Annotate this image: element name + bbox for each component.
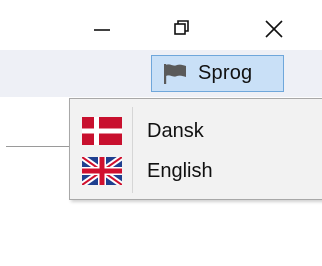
minimize-icon [94,29,110,31]
close-button[interactable] [254,10,294,46]
restore-icon [174,20,189,35]
close-icon [265,20,283,38]
menu-item-dansk[interactable]: Dansk [72,111,322,151]
toolbar: Sprog [0,50,322,97]
app-window: Sprog Dansk English [0,0,322,266]
language-button-label: Sprog [198,62,253,84]
menu-item-label: English [147,159,213,182]
title-bar [0,0,322,50]
restore-button[interactable] [162,10,202,46]
minimize-button[interactable] [82,10,122,46]
flag-icon [162,63,188,85]
language-button[interactable]: Sprog [151,55,284,92]
denmark-flag-icon [82,117,122,145]
menu-item-label: Dansk [147,119,204,142]
uk-flag-icon [82,157,122,185]
menu-item-english[interactable]: English [72,151,322,191]
language-menu: Dansk English [69,98,322,200]
content-divider [6,146,69,147]
